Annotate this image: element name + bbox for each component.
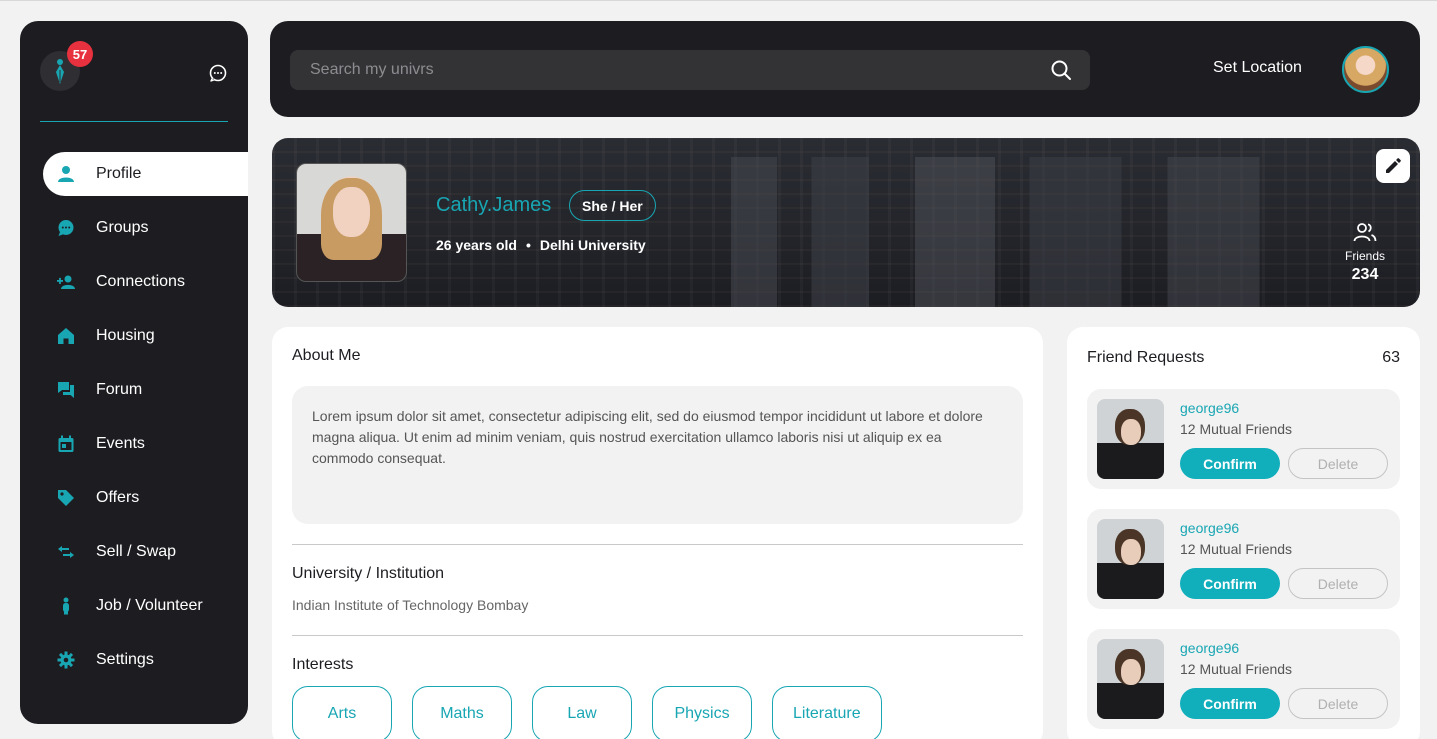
institution-title: University / Institution <box>292 565 445 582</box>
confirm-button[interactable]: Confirm <box>1180 448 1280 479</box>
about-text: Lorem ipsum dolor sit amet, consectetur … <box>292 386 1023 524</box>
mutual-friends: 12 Mutual Friends <box>1180 541 1293 557</box>
interest-tag[interactable]: Arts <box>292 686 392 739</box>
search-bar <box>290 50 1090 90</box>
meta-separator: • <box>525 237 531 253</box>
sidebar-item-label: Offers <box>96 489 140 506</box>
sidebar-item-settings[interactable]: Settings <box>43 638 248 682</box>
sidebar-item-label: Groups <box>96 219 149 236</box>
friend-request-name[interactable]: george96 <box>1180 400 1239 416</box>
profile-cover: Cathy.James She / Her 26 years old • Del… <box>272 138 1420 307</box>
profile-university: Delhi University <box>539 237 646 253</box>
tag-icon <box>57 489 75 507</box>
person-icon <box>57 165 75 183</box>
chat-bubble-icon <box>209 64 227 82</box>
friend-request-name[interactable]: george96 <box>1180 520 1239 536</box>
friend-request-avatar[interactable] <box>1097 519 1164 599</box>
user-avatar[interactable] <box>1342 46 1389 93</box>
sidebar-item-label: Connections <box>96 273 185 290</box>
friends-summary[interactable]: Friends 234 <box>1340 222 1390 284</box>
search-icon[interactable] <box>1050 59 1072 81</box>
friend-request-avatar[interactable] <box>1097 639 1164 719</box>
sidebar-item-housing[interactable]: Housing <box>43 314 248 358</box>
friends-count: 234 <box>1351 266 1379 283</box>
chat-bubble-icon <box>57 219 75 237</box>
set-location-link[interactable]: Set Location <box>1213 59 1302 77</box>
friend-request-item: george96 12 Mutual Friends Confirm Delet… <box>1087 629 1400 729</box>
search-input[interactable] <box>290 50 1090 90</box>
mutual-friends: 12 Mutual Friends <box>1180 661 1293 677</box>
mutual-friends: 12 Mutual Friends <box>1180 421 1293 437</box>
profile-meta: 26 years old • Delhi University <box>436 237 646 253</box>
sidebar-item-groups[interactable]: Groups <box>43 206 248 250</box>
interests-title: Interests <box>292 656 354 673</box>
delete-button[interactable]: Delete <box>1288 688 1388 719</box>
interests-list: Arts Maths Law Physics Literature <box>292 686 902 739</box>
sidebar-item-profile[interactable]: Profile <box>43 152 248 196</box>
delete-button[interactable]: Delete <box>1288 568 1388 599</box>
section-divider <box>292 544 1023 545</box>
sidebar-item-events[interactable]: Events <box>43 422 248 466</box>
sidebar-item-forum[interactable]: Forum <box>43 368 248 412</box>
about-title: About Me <box>292 347 361 364</box>
delete-button[interactable]: Delete <box>1288 448 1388 479</box>
friend-request-item: george96 12 Mutual Friends Confirm Delet… <box>1087 509 1400 609</box>
forum-icon <box>57 381 75 399</box>
confirm-button[interactable]: Confirm <box>1180 688 1280 719</box>
sidebar-item-offers[interactable]: Offers <box>43 476 248 520</box>
sidebar-item-label: Settings <box>96 651 154 668</box>
institution-value: Indian Institute of Technology Bombay <box>292 597 529 613</box>
friend-request-avatar[interactable] <box>1097 399 1164 479</box>
sidebar-item-job-volunteer[interactable]: Job / Volunteer <box>43 584 248 628</box>
profile-photo <box>296 163 407 282</box>
friend-requests-card: Friend Requests 63 george96 12 Mutual Fr… <box>1067 327 1420 739</box>
add-person-icon <box>57 273 75 291</box>
sidebar-item-label: Profile <box>96 165 142 182</box>
friends-label: Friends <box>1344 249 1385 263</box>
profile-age: 26 years old <box>436 237 517 253</box>
sidebar-item-label: Forum <box>96 381 143 398</box>
sidebar-item-label: Housing <box>96 327 155 344</box>
friend-request-name[interactable]: george96 <box>1180 640 1239 656</box>
sidebar-item-sell-swap[interactable]: Sell / Swap <box>43 530 248 574</box>
interest-tag[interactable]: Physics <box>652 686 752 739</box>
sidebar: 57 Profile Groups Connections Housing Fo… <box>20 21 248 724</box>
edit-profile-button[interactable] <box>1376 149 1410 183</box>
messages-button[interactable] <box>208 63 228 83</box>
friends-icon <box>1353 223 1377 242</box>
section-divider <box>292 635 1023 636</box>
interest-tag[interactable]: Maths <box>412 686 512 739</box>
sidebar-item-label: Job / Volunteer <box>96 597 203 614</box>
confirm-button[interactable]: Confirm <box>1180 568 1280 599</box>
interest-tag[interactable]: Law <box>532 686 632 739</box>
sidebar-divider <box>40 121 228 122</box>
swap-icon <box>57 543 75 561</box>
friend-request-item: george96 12 Mutual Friends Confirm Delet… <box>1087 389 1400 489</box>
interest-tag[interactable]: Literature <box>772 686 882 739</box>
pronouns-badge: She / Her <box>569 190 656 221</box>
sidebar-item-connections[interactable]: Connections <box>43 260 248 304</box>
sidebar-item-label: Events <box>96 435 145 452</box>
notification-badge[interactable]: 57 <box>67 41 93 67</box>
gear-icon <box>57 651 75 669</box>
top-bar: Set Location <box>270 21 1420 117</box>
pencil-icon <box>1386 158 1401 173</box>
about-card: About Me Lorem ipsum dolor sit amet, con… <box>272 327 1043 739</box>
profile-name: Cathy.James <box>436 194 552 216</box>
sidebar-nav: Profile Groups Connections Housing Forum <box>43 152 248 692</box>
cover-background-image <box>272 157 1420 307</box>
calendar-icon <box>57 435 75 453</box>
person-standing-icon <box>57 597 75 615</box>
friend-requests-count: 63 <box>1382 349 1400 366</box>
sidebar-item-label: Sell / Swap <box>96 543 177 560</box>
friend-requests-title: Friend Requests <box>1087 349 1205 366</box>
pen-nib-icon <box>56 59 64 84</box>
house-icon <box>57 327 75 345</box>
